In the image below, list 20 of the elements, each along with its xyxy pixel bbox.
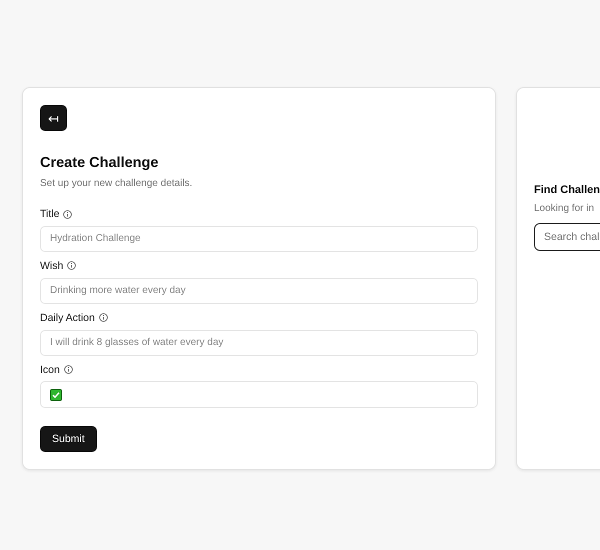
info-icon [64,365,73,374]
submit-button[interactable]: Submit [40,426,97,452]
info-icon [67,261,76,270]
input-field[interactable]: I will drink 8 glasses of water every day [40,330,478,356]
field-label: Wish [40,260,64,272]
field-label: Daily Action [40,312,95,324]
card-subtitle: Looking for in [534,202,596,214]
card-title: Find Challen [534,184,600,196]
input-field[interactable]: Hydration Challenge [40,226,478,252]
field-label: Title [40,208,60,220]
info-icon [98,313,108,322]
input-field[interactable]: Drinking more water every day [40,278,478,304]
field-label: Icon [40,364,60,376]
card-title: Create Challenge [40,155,160,172]
info-icon [63,210,72,219]
back-button[interactable]: ↤ [40,105,67,132]
check-icon [50,388,62,401]
icon-field[interactable] [40,381,478,408]
search-field[interactable]: Search chall [534,222,600,250]
card-subtitle: Set up your new challenge details. [40,178,194,190]
